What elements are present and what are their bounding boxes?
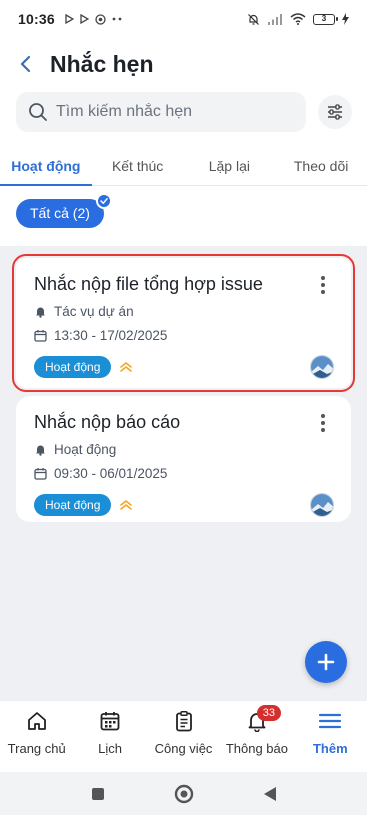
search-box[interactable] bbox=[16, 92, 306, 132]
app-screen: 10:36 3 Nhắc hẹn Tìm kiếm nhắc hẹn Hoạt … bbox=[0, 0, 367, 815]
tab-theo-doi[interactable]: Theo dõi bbox=[275, 146, 367, 185]
charging-icon bbox=[342, 13, 349, 25]
plus-icon bbox=[317, 653, 335, 671]
notification-count-badge: 33 bbox=[256, 705, 281, 721]
more-notifications-icon bbox=[112, 17, 122, 21]
filter-chip-all[interactable]: Tất cả (2) bbox=[16, 199, 104, 228]
status-badge: Hoạt động bbox=[34, 494, 112, 516]
reminder-title: Nhắc nộp báo cáo bbox=[34, 412, 181, 432]
home-icon bbox=[25, 709, 49, 733]
bell-icon bbox=[34, 305, 47, 318]
nav-label: Công việc bbox=[154, 741, 213, 756]
avatar[interactable] bbox=[310, 355, 334, 379]
nav-item-more[interactable]: Thêm bbox=[294, 701, 367, 772]
reminder-datetime: 09:30 - 06/01/2025 bbox=[54, 465, 168, 481]
system-navigation-bar bbox=[0, 772, 367, 815]
add-reminder-button[interactable] bbox=[305, 641, 347, 683]
reminder-datetime-row: 09:30 - 06/01/2025 bbox=[34, 464, 333, 482]
reminder-footer: Hoạt động bbox=[34, 492, 334, 518]
status-notification-icons bbox=[65, 13, 124, 25]
reminder-category-row: Hoạt động bbox=[34, 440, 333, 458]
calendar-icon bbox=[98, 709, 122, 733]
bell-icon bbox=[34, 443, 47, 456]
priority-chevrons-icon bbox=[119, 499, 133, 511]
reminder-title: Nhắc nộp file tổng hợp issue bbox=[34, 274, 263, 294]
tab-lap-lai[interactable]: Lặp lại bbox=[184, 146, 276, 185]
mute-bell-icon bbox=[248, 13, 259, 25]
nav-item-home[interactable]: Trang chủ bbox=[0, 701, 73, 772]
status-bar-left: 10:36 bbox=[18, 11, 124, 27]
recent-apps-button[interactable] bbox=[88, 784, 108, 804]
reminder-datetime: 13:30 - 17/02/2025 bbox=[54, 327, 168, 343]
battery-indicator: 3 bbox=[313, 13, 338, 25]
nav-label: Thông báo bbox=[225, 741, 288, 756]
home-system-button[interactable] bbox=[174, 784, 194, 804]
search-input[interactable] bbox=[56, 103, 286, 121]
nav-label: Lịch bbox=[98, 741, 123, 756]
nav-item-tasks[interactable]: Công việc bbox=[147, 701, 220, 772]
more-options-button[interactable] bbox=[315, 414, 331, 434]
status-bar-right: 3 bbox=[247, 13, 349, 26]
play-icon bbox=[65, 14, 74, 24]
reminder-card[interactable]: Nhắc nộp file tổng hợp issue Tác vụ dự á… bbox=[12, 254, 355, 392]
nav-label: Trang chủ bbox=[7, 741, 66, 756]
search-row bbox=[16, 92, 352, 132]
tab-hoat-dong[interactable]: Hoạt động bbox=[0, 146, 92, 186]
back-button[interactable] bbox=[14, 53, 36, 75]
nav-item-calendar[interactable]: Lịch bbox=[73, 701, 146, 772]
app-header: Nhắc hẹn bbox=[0, 40, 367, 88]
filter-button[interactable] bbox=[318, 95, 352, 129]
status-badge: Hoạt động bbox=[34, 356, 112, 378]
nav-label: Thêm bbox=[312, 741, 348, 756]
clipboard-icon bbox=[172, 709, 196, 733]
tab-ket-thuc[interactable]: Kết thúc bbox=[92, 146, 184, 185]
circle-icon bbox=[174, 784, 193, 803]
nav-item-notifications[interactable]: 33 Thông báo bbox=[220, 701, 293, 772]
status-time: 10:36 bbox=[18, 11, 55, 27]
reminder-list: Nhắc nộp file tổng hợp issue Tác vụ dự á… bbox=[0, 246, 367, 700]
calendar-icon bbox=[34, 467, 47, 480]
play-icon bbox=[80, 14, 89, 24]
avatar[interactable] bbox=[310, 493, 334, 517]
reminder-footer: Hoạt động bbox=[34, 354, 334, 380]
reminder-category: Tác vụ dự án bbox=[54, 303, 134, 319]
filter-chip-wrapper: Tất cả (2) bbox=[16, 193, 112, 228]
check-icon bbox=[95, 193, 112, 209]
back-system-button[interactable] bbox=[260, 784, 280, 804]
priority-chevrons-icon bbox=[119, 361, 133, 373]
menu-icon bbox=[318, 709, 342, 733]
bottom-navigation: Trang chủ Lịch Công việc 33 Thông báo Th… bbox=[0, 700, 367, 772]
reminder-datetime-row: 13:30 - 17/02/2025 bbox=[34, 326, 333, 344]
triangle-back-icon bbox=[263, 786, 276, 801]
tab-bar: Hoạt động Kết thúc Lặp lại Theo dõi bbox=[0, 146, 367, 186]
square-icon bbox=[91, 787, 104, 800]
sliders-icon bbox=[328, 104, 342, 120]
status-bar: 10:36 3 bbox=[0, 0, 367, 38]
calendar-icon bbox=[34, 329, 47, 342]
search-icon bbox=[29, 103, 47, 121]
chrome-icon bbox=[95, 13, 106, 25]
reminder-category-row: Tác vụ dự án bbox=[34, 302, 333, 320]
chevron-left-icon bbox=[20, 55, 31, 73]
wifi-icon bbox=[290, 13, 306, 25]
page-title: Nhắc hẹn bbox=[50, 50, 154, 77]
signal-icon bbox=[268, 14, 282, 25]
reminder-category: Hoạt động bbox=[54, 441, 117, 457]
reminder-card[interactable]: Nhắc nộp báo cáo Hoạt động 09:30 - 06/01… bbox=[16, 396, 351, 522]
more-options-button[interactable] bbox=[315, 276, 331, 296]
